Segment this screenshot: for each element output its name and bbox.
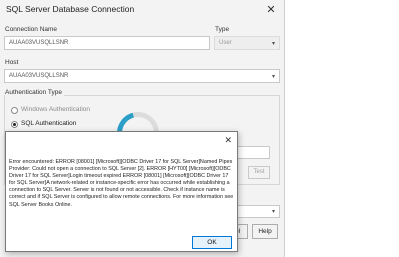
chevron-down-icon: ▾ [271, 41, 275, 47]
test-button[interactable]: Test [248, 166, 270, 179]
title-bar: SQL Server Database Connection ✕ [0, 0, 284, 20]
chevron-down-icon: ▾ [271, 209, 275, 215]
connection-name-value: AUAA03VUSQLLSNR [9, 40, 69, 46]
host-value: AUAA03VUSQLLSNR [9, 73, 69, 79]
sql-auth-radio[interactable] [11, 121, 18, 128]
background-area [285, 0, 399, 257]
windows-auth-radio[interactable] [11, 107, 18, 114]
auth-group-label: Authentication Type [5, 89, 64, 96]
ok-button[interactable]: OK [192, 236, 232, 249]
host-label: Host [5, 59, 19, 66]
type-select[interactable]: User ▾ [214, 36, 280, 50]
help-button[interactable]: Help [252, 224, 278, 239]
connection-name-input[interactable]: AUAA03VUSQLLSNR [4, 36, 210, 50]
type-label: Type [215, 26, 230, 33]
sql-auth-label: SQL Authentication [21, 120, 77, 127]
error-message-text: Error encountered: ERROR [08001] [Micros… [9, 159, 234, 208]
sql-server-connection-dialog: SQL Server Database Connection ✕ Connect… [0, 0, 285, 257]
type-value: User [219, 40, 232, 46]
close-icon[interactable]: ✕ [264, 3, 278, 17]
chevron-down-icon: ▾ [271, 74, 275, 80]
windows-auth-label: Windows Authentication [21, 106, 91, 113]
error-message-box: ✕ Error encountered: ERROR [08001] [Micr… [5, 131, 238, 252]
dialog-title: SQL Server Database Connection [6, 4, 135, 14]
close-icon[interactable]: ✕ [224, 135, 232, 146]
connection-name-label: Connection Name [5, 26, 58, 33]
host-select[interactable]: AUAA03VUSQLLSNR ▾ [4, 69, 280, 83]
